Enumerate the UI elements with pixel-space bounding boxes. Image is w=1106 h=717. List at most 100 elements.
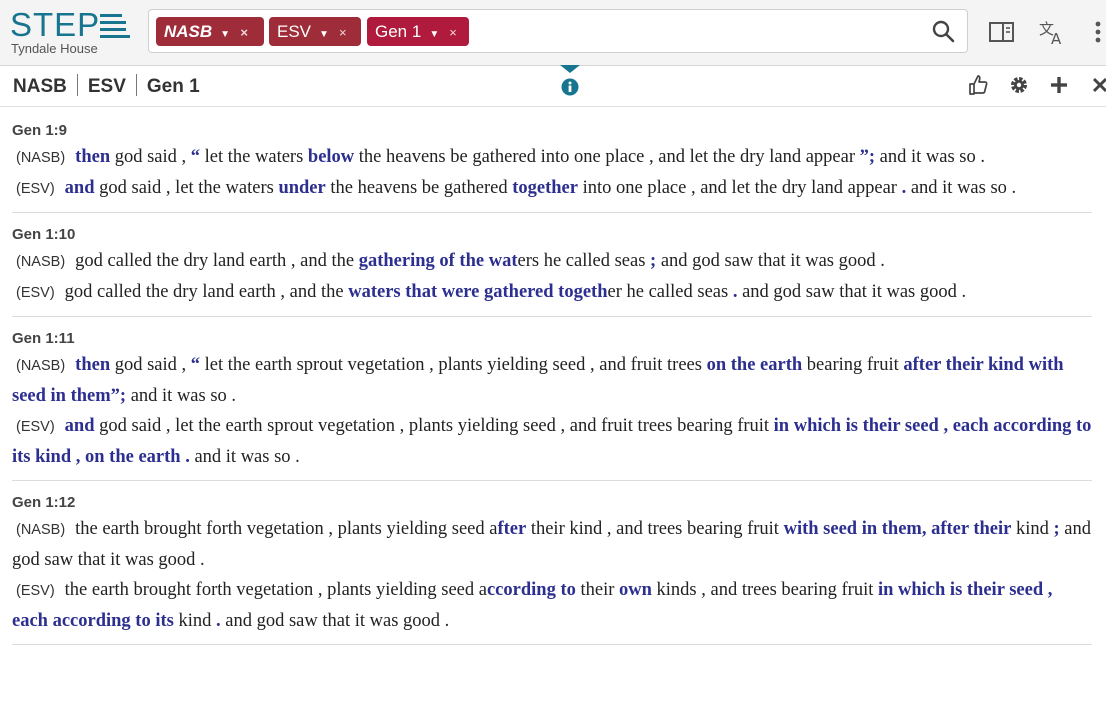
verse-word[interactable]: and it was so . xyxy=(126,386,236,406)
verse-word[interactable]: let the waters xyxy=(200,147,308,167)
verse-word[interactable]: and it was so . xyxy=(875,147,985,167)
verse-word[interactable]: their xyxy=(576,580,619,600)
thumbs-up-icon[interactable] xyxy=(968,74,990,96)
chip-label: Gen 1 xyxy=(375,22,422,41)
logo-text: STEP xyxy=(10,6,101,43)
highlighted-word[interactable]: under xyxy=(278,178,325,198)
chip-nasb[interactable]: NASB ▼ × xyxy=(156,17,264,46)
verse-word[interactable]: the earth brought forth vegetation , pla… xyxy=(75,519,497,539)
version-tag: (NASB) xyxy=(16,254,66,270)
svg-text:A: A xyxy=(1051,30,1062,46)
verse-text: (ESV) and god said , let the waters under… xyxy=(12,173,1092,204)
dropdown-icon[interactable]: ▼ xyxy=(429,29,439,40)
highlighted-word[interactable]: fter xyxy=(497,519,526,539)
highlighted-word[interactable]: “ xyxy=(191,355,200,375)
highlighted-word[interactable]: then xyxy=(75,147,110,167)
dropdown-icon[interactable]: ▼ xyxy=(319,29,329,40)
verse-word[interactable]: and god saw that it was good . xyxy=(656,251,885,271)
verse-word[interactable]: into one place , and let the dry land ap… xyxy=(578,178,902,198)
version-label: ESV xyxy=(87,76,126,97)
chip-label: ESV xyxy=(277,22,312,41)
version-tag: (NASB) xyxy=(16,522,66,538)
verse-word[interactable]: and god saw that it was good . xyxy=(737,282,966,302)
version-tag: (NASB) xyxy=(16,150,66,166)
divider xyxy=(135,74,137,96)
verse-word[interactable]: god called the dry land earth , and the xyxy=(65,282,349,302)
version-tag: (NASB) xyxy=(16,358,66,374)
plus-icon[interactable] xyxy=(1048,74,1070,96)
verse-word[interactable]: their kind , and trees bearing fruit xyxy=(526,519,783,539)
version-tag: (ESV) xyxy=(16,285,55,301)
verse-word[interactable]: god said , xyxy=(110,355,191,375)
search-icon[interactable] xyxy=(931,19,955,43)
version-label: NASB xyxy=(13,76,67,97)
panel-icon[interactable] xyxy=(988,18,1016,46)
highlighted-word[interactable]: ”; xyxy=(860,147,875,167)
verse-word[interactable]: the heavens be gathered xyxy=(326,178,512,198)
dropdown-icon[interactable]: ▼ xyxy=(220,29,230,40)
info-icon[interactable] xyxy=(561,78,579,96)
verse-word[interactable]: ers he called seas xyxy=(518,251,651,271)
close-icon[interactable] xyxy=(1092,74,1106,96)
verse-text: (ESV) and god said , let the earth sprout… xyxy=(12,411,1092,472)
panel-pointer xyxy=(560,65,580,73)
highlighted-word[interactable]: own xyxy=(619,580,652,600)
highlighted-word[interactable]: on the earth xyxy=(707,355,803,375)
verse-reference[interactable]: Gen 1:11 xyxy=(12,326,1092,350)
verse-block: Gen 1:10 (NASB) god called the dry land ea… xyxy=(12,222,1092,317)
remove-chip-icon[interactable]: × xyxy=(449,25,457,40)
verse-reference[interactable]: Gen 1:12 xyxy=(12,490,1092,514)
more-icon[interactable] xyxy=(1092,18,1104,46)
version-tag: (ESV) xyxy=(16,583,55,599)
verse-block: Gen 1:11 (NASB) then god said , “ let the … xyxy=(12,326,1092,481)
highlighted-word[interactable]: then xyxy=(75,355,110,375)
highlighted-word[interactable]: and xyxy=(65,416,95,436)
verse-text: (NASB) the earth brought forth vegetation… xyxy=(12,514,1092,575)
step-logo[interactable]: STEP Tyndale House xyxy=(10,6,140,58)
highlighted-word[interactable]: together xyxy=(512,178,578,198)
top-bar: STEP Tyndale House NASB ▼ × ESV ▼ × Gen 1 ▼ × … xyxy=(0,0,1106,66)
gear-icon[interactable] xyxy=(1008,74,1030,96)
verse-word[interactable]: god called the dry land earth , and the xyxy=(75,251,359,271)
verse-word[interactable]: and it was so . xyxy=(190,447,299,467)
reference-label: Gen 1 xyxy=(146,76,200,97)
passage-content: Gen 1:9 (NASB) then god said , “ let the w… xyxy=(12,118,1092,654)
version-tag: (ESV) xyxy=(16,181,55,197)
highlighted-word[interactable]: waters that were gathered togeth xyxy=(348,282,607,302)
highlighted-word[interactable]: with seed in them, after their xyxy=(784,519,1012,539)
highlighted-word[interactable]: below xyxy=(308,147,354,167)
chip-gen1[interactable]: Gen 1 ▼ × xyxy=(367,17,469,46)
verse-word[interactable]: let the earth sprout vegetation , plants… xyxy=(200,355,707,375)
verse-block: Gen 1:12 (NASB) the earth brought forth ve… xyxy=(12,490,1092,645)
translate-icon[interactable]: 文 A xyxy=(1038,18,1066,46)
verse-word[interactable]: kind xyxy=(1011,519,1053,539)
remove-chip-icon[interactable]: × xyxy=(240,25,248,40)
verse-word[interactable]: god said , xyxy=(110,147,191,167)
verse-reference[interactable]: Gen 1:10 xyxy=(12,222,1092,246)
passage-bar: NASB ESV Gen 1 xyxy=(0,65,1106,107)
highlighted-word[interactable]: gathering of the wat xyxy=(359,251,518,271)
verse-reference[interactable]: Gen 1:9 xyxy=(12,118,1092,142)
logo-subtitle: Tyndale House xyxy=(11,41,98,56)
highlighted-word[interactable]: ccording to xyxy=(487,580,576,600)
verse-word[interactable]: god said , let the waters xyxy=(95,178,279,198)
verse-word[interactable]: the heavens be gathered into one place ,… xyxy=(354,147,859,167)
verse-text: (NASB) then god said , “ let the waters b… xyxy=(12,142,1092,173)
passage-title[interactable]: NASB ESV Gen 1 xyxy=(13,74,200,98)
remove-chip-icon[interactable]: × xyxy=(339,25,347,40)
verse-word[interactable]: the earth brought forth vegetation , pla… xyxy=(65,580,487,600)
version-tag: (ESV) xyxy=(16,419,55,435)
search-box[interactable]: NASB ▼ × ESV ▼ × Gen 1 ▼ × xyxy=(148,9,968,53)
verse-word[interactable]: kind xyxy=(174,611,216,631)
verse-word[interactable]: bearing fruit xyxy=(802,355,903,375)
verse-text: (ESV) god called the dry land earth , and… xyxy=(12,277,1092,308)
verse-word[interactable]: and god saw that it was good . xyxy=(221,611,449,631)
verse-word[interactable]: god said , let the earth sprout vegetati… xyxy=(95,416,774,436)
verse-word[interactable]: and it was so . xyxy=(906,178,1016,198)
highlighted-word[interactable]: “ xyxy=(191,147,200,167)
verse-word[interactable]: er he called seas xyxy=(608,282,733,302)
verse-text: (NASB) then god said , “ let the earth sp… xyxy=(12,350,1092,411)
highlighted-word[interactable]: and xyxy=(65,178,95,198)
chip-esv[interactable]: ESV ▼ × xyxy=(269,17,361,46)
verse-word[interactable]: kinds , and trees bearing fruit xyxy=(652,580,878,600)
